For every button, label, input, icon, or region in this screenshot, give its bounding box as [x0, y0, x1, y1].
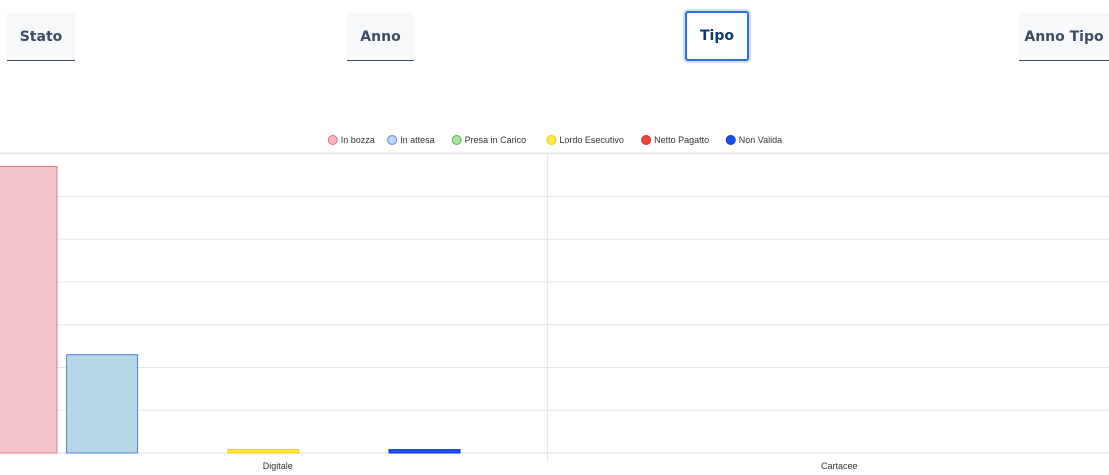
- bar-non-valida-digitale: [388, 449, 461, 454]
- x-tick-label-cartacee: Cartacee: [821, 461, 858, 471]
- legend-label-in-bozza: In bozza: [341, 135, 375, 145]
- legend-swatch-presa-in-carico: [451, 135, 462, 145]
- chart-grid: [0, 152, 1109, 462]
- bar-chart: In bozza In attesa Presa in Carico Lordo Es…: [0, 135, 1109, 471]
- legend-label-non-valida: Non Valida: [739, 135, 782, 145]
- legend-item-non-valida[interactable]: Non Valida: [725, 135, 782, 145]
- legend-swatch-netto-pagatto: [641, 135, 652, 145]
- legend-label-presa-in-carico: Presa in Carico: [465, 135, 527, 145]
- chart-legend: In bozza In attesa Presa in Carico Lordo Es…: [327, 135, 782, 145]
- legend-swatch-non-valida: [725, 135, 736, 145]
- legend-label-netto-pagatto: Netto Pagatto: [654, 135, 709, 145]
- legend-label-in-attesa: In attesa: [400, 135, 435, 145]
- bar-in-bozza-digitale: [0, 166, 58, 454]
- bar-in-attesa-digitale: [66, 354, 139, 454]
- legend-item-lordo-esecutivo[interactable]: Lordo Esecutivo: [546, 135, 624, 145]
- legend-swatch-lordo-esecutivo: [546, 135, 557, 145]
- x-axis-labels: Digitale Cartacee: [263, 461, 858, 471]
- legend-label-lordo-esecutivo: Lordo Esecutivo: [559, 135, 624, 145]
- legend-item-presa-in-carico[interactable]: Presa in Carico: [451, 135, 527, 145]
- legend-item-netto-pagatto[interactable]: Netto Pagatto: [641, 135, 710, 145]
- legend-swatch-in-bozza: [327, 135, 338, 145]
- legend-item-in-attesa[interactable]: In attesa: [387, 135, 435, 145]
- legend-item-in-bozza[interactable]: In bozza: [327, 135, 375, 145]
- bar-lordo-esecutivo-digitale: [227, 449, 300, 454]
- legend-swatch-in-attesa: [387, 135, 398, 145]
- x-tick-label-digitale: Digitale: [263, 461, 293, 471]
